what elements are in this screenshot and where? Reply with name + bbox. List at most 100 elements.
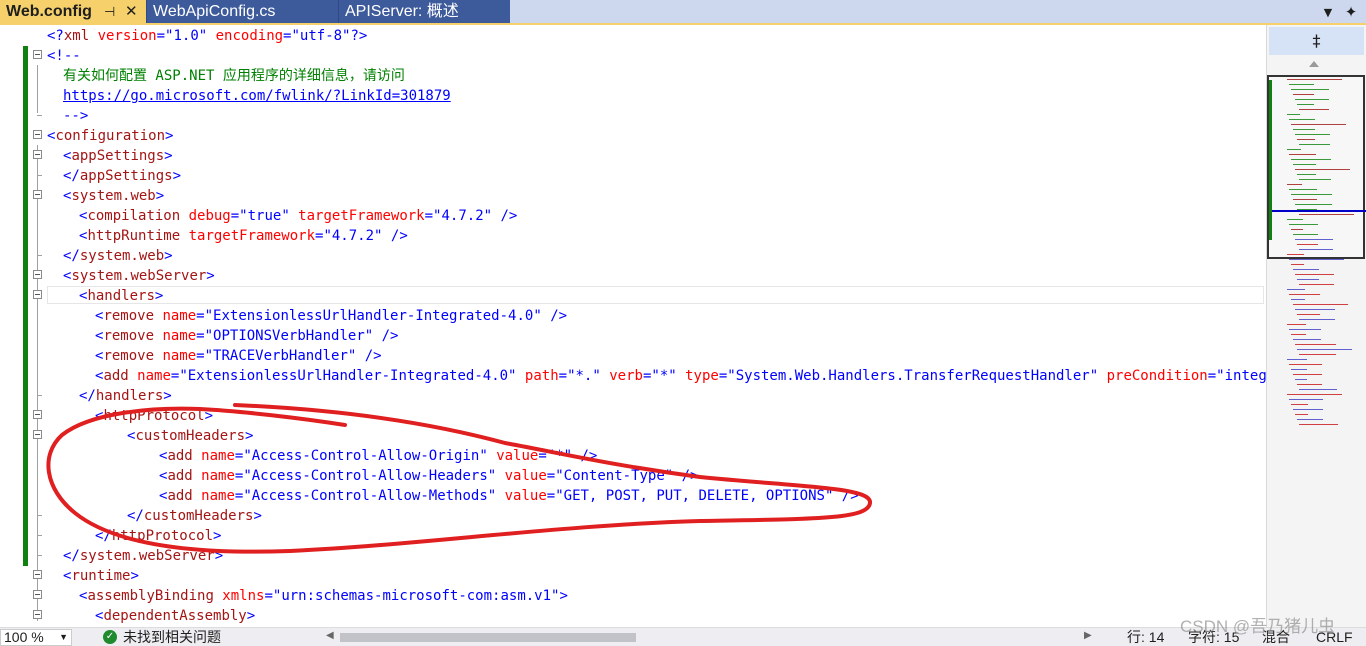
code-token: /> (833, 488, 859, 504)
code-token: name (192, 468, 235, 484)
code-line[interactable]: <customHeaders> (127, 426, 253, 446)
code-line[interactable]: <system.web> (63, 186, 164, 206)
minimap-line (1293, 234, 1318, 235)
fold-toggle-icon[interactable] (33, 570, 42, 579)
check-circle-icon[interactable]: ✓ (103, 630, 117, 644)
code-token: /> (373, 328, 399, 344)
minimap-line (1299, 214, 1354, 215)
code-line[interactable]: <add name="Access-Control-Allow-Origin" … (159, 446, 597, 466)
watermark-text: CSDN @吾乃猪儿虫 (1180, 617, 1336, 636)
code-token: "1.0" (165, 28, 208, 44)
tab-web-config[interactable]: Web.config ⊣ ✕ (0, 0, 146, 23)
outline-end-tick (37, 535, 42, 536)
minimap-line (1291, 124, 1346, 125)
code-line[interactable]: <configuration> (47, 126, 173, 146)
code-line[interactable]: <compilation debug="true" targetFramewor… (79, 206, 517, 226)
code-token: "integratedMode,runtimeVersionv4.0" (1216, 368, 1266, 384)
code-line[interactable]: <!-- (47, 46, 81, 66)
document-tab-strip: Web.config ⊣ ✕ WebApiConfig.cs APIServer… (0, 0, 1366, 25)
fold-toggle-icon[interactable] (33, 430, 42, 439)
code-line[interactable]: <runtime> (63, 566, 139, 586)
minimap-line (1297, 314, 1320, 315)
code-line[interactable]: <handlers> (79, 286, 163, 306)
code-editor[interactable]: <?xml version="1.0" encoding="utf-8"?> <!… (0, 25, 1266, 627)
code-line[interactable]: <remove name="TRACEVerbHandler" /> (95, 346, 382, 366)
tab-webapiconfig-cs[interactable]: WebApiConfig.cs (146, 0, 338, 23)
zoom-level-dropdown[interactable]: 100 % ▼ (0, 629, 72, 646)
minimap-line (1287, 289, 1305, 290)
settings-icon[interactable]: ✦ (1341, 4, 1361, 21)
code-token: xmlns (213, 588, 265, 604)
code-line[interactable]: </system.webServer> (63, 546, 223, 566)
code-token: customHeaders (135, 428, 246, 444)
code-token: "Content-Type" (555, 468, 674, 484)
code-line[interactable]: https://go.microsoft.com/fwlink/?LinkId=… (63, 86, 451, 106)
line-number-indicator[interactable]: 行: 14 (1127, 628, 1164, 646)
code-line[interactable]: <add name="Access-Control-Allow-Methods"… (159, 486, 859, 506)
fold-toggle-icon[interactable] (33, 190, 42, 199)
code-token: type (676, 368, 719, 384)
horizontal-scrollbar[interactable]: ◀ ▶ (326, 630, 1100, 644)
code-line[interactable]: <?xml version="1.0" encoding="utf-8"?> (47, 26, 367, 46)
code-line[interactable]: <add name="Access-Control-Allow-Headers"… (159, 466, 699, 486)
code-line[interactable]: </handlers> (79, 386, 172, 406)
scroll-right-arrow-icon[interactable]: ▶ (1084, 630, 1092, 641)
fold-toggle-icon[interactable] (33, 590, 42, 599)
minimap-line (1289, 189, 1317, 190)
code-text-area[interactable]: <?xml version="1.0" encoding="utf-8"?> <!… (47, 25, 1266, 627)
code-line[interactable]: <httpProtocol> (95, 406, 213, 426)
fold-toggle-icon[interactable] (33, 410, 42, 419)
scroll-left-arrow-icon[interactable]: ◀ (326, 630, 334, 641)
tab-overflow-dropdown-icon[interactable]: ▼ (1318, 4, 1338, 21)
code-line[interactable]: <assemblyBinding xmlns="urn:schemas-micr… (79, 586, 568, 606)
code-token: verb (600, 368, 643, 384)
scroll-up-arrow-icon[interactable] (1307, 58, 1321, 70)
code-token: "Access-Control-Allow-Origin" (243, 448, 488, 464)
minimap-line (1291, 89, 1329, 90)
code-token: > (130, 568, 139, 584)
minimap-line (1299, 144, 1330, 145)
vertical-scrollbar-map[interactable]: ‡ (1266, 25, 1366, 627)
issues-status-text[interactable]: 未找到相关问题 (123, 628, 221, 646)
minimap-line (1299, 179, 1331, 180)
minimap-line (1287, 394, 1342, 395)
minimap-viewport-indicator[interactable] (1267, 75, 1366, 259)
code-line[interactable]: <system.webServer> (63, 266, 215, 286)
code-line[interactable]: <add name="ExtensionlessUrlHandler-Integ… (95, 366, 1266, 386)
code-token: </ (95, 528, 112, 544)
code-line[interactable]: <httpRuntime targetFramework="4.7.2" /> (79, 226, 408, 246)
split-editor-icon[interactable]: ‡ (1269, 27, 1364, 55)
fold-toggle-icon[interactable] (33, 270, 42, 279)
code-line[interactable]: <remove name="OPTIONSVerbHandler" /> (95, 326, 398, 346)
minimap-line (1291, 369, 1307, 370)
code-line[interactable]: </appSettings> (63, 166, 181, 186)
fold-toggle-icon[interactable] (33, 150, 42, 159)
code-token: "true" (239, 208, 290, 224)
code-line[interactable]: </customHeaders> (127, 506, 262, 526)
code-token: compilation (87, 208, 181, 224)
fold-toggle-icon[interactable] (33, 50, 42, 59)
fold-toggle-icon[interactable] (33, 130, 42, 139)
code-token: add (167, 448, 193, 464)
code-token: debug (180, 208, 231, 224)
fold-toggle-icon[interactable] (33, 290, 42, 299)
outline-end-tick (37, 515, 42, 516)
pin-icon[interactable]: ⊣ (104, 0, 115, 23)
code-token: /> (492, 208, 518, 224)
fold-toggle-icon[interactable] (33, 610, 42, 619)
tab-label: APIServer: 概述 (345, 3, 459, 20)
code-token: /> (356, 348, 382, 364)
code-token: customHeaders (143, 508, 254, 524)
code-line[interactable]: <appSettings> (63, 146, 173, 166)
close-icon[interactable]: ✕ (125, 0, 138, 23)
code-token: "*." (567, 368, 601, 384)
code-line[interactable]: <remove name="ExtensionlessUrlHandler-In… (95, 306, 567, 326)
code-line[interactable]: 有关如何配置 ASP.NET 应用程序的详细信息，请访问 (63, 66, 405, 86)
code-line[interactable]: </system.web> (63, 246, 173, 266)
code-line[interactable]: <dependentAssembly> (95, 606, 255, 626)
code-line[interactable]: --> (63, 106, 88, 126)
horizontal-scroll-thumb[interactable] (340, 633, 636, 642)
code-line[interactable]: </httpProtocol> (95, 526, 221, 546)
minimap-line (1297, 104, 1314, 105)
tab-apiserver-overview[interactable]: APIServer: 概述 (338, 0, 510, 23)
